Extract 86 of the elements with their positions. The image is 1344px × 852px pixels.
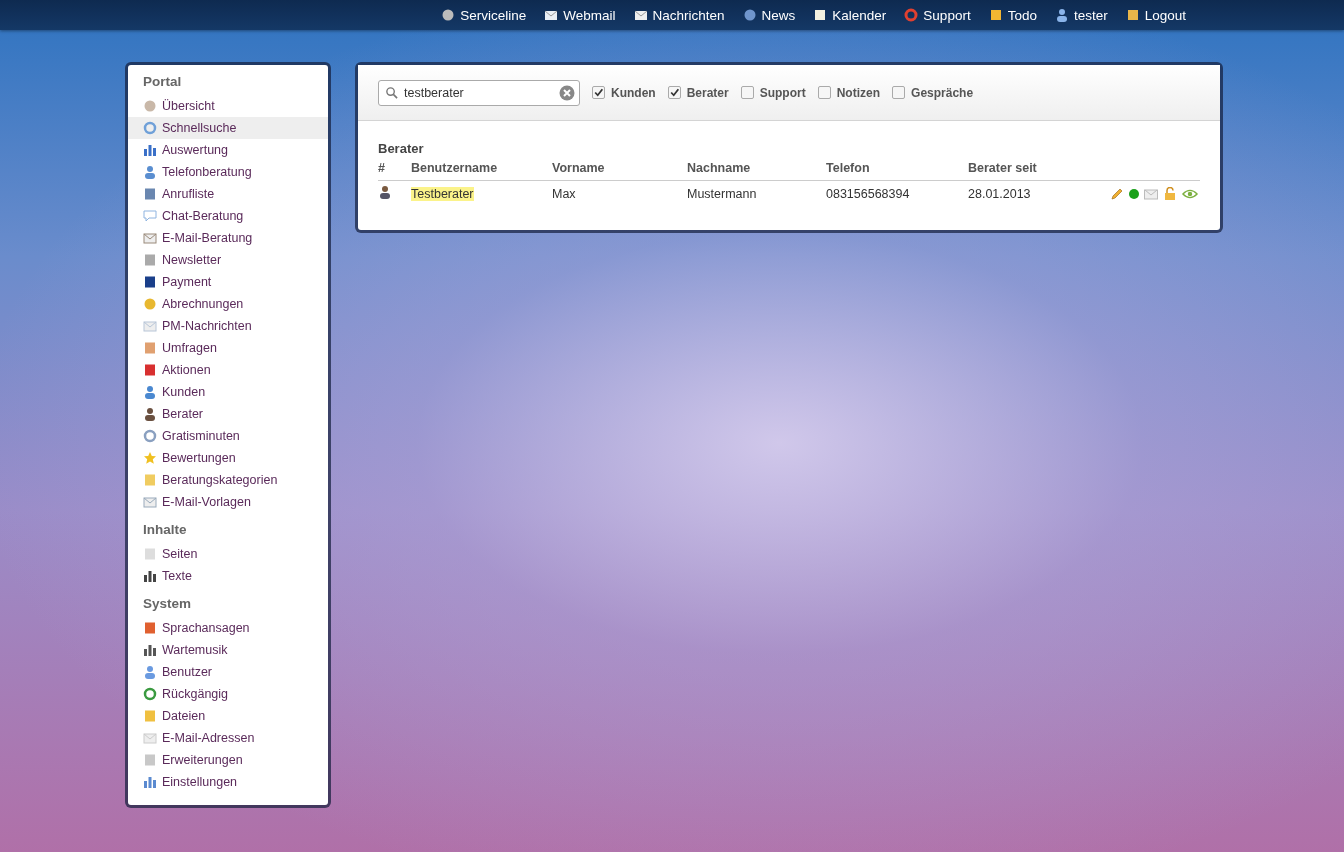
table-cell: 083156568394	[826, 180, 968, 205]
table-cell: 28.01.2013	[968, 180, 1069, 205]
sidebar-item[interactable]: Chat-Beratung	[128, 205, 328, 227]
checkbox[interactable]	[740, 86, 754, 99]
sidebar-item[interactable]: Wartemusik	[128, 639, 328, 661]
sidebar-item[interactable]: Einstellungen	[128, 771, 328, 793]
nav-link[interactable]: tester	[1054, 7, 1108, 23]
star-icon	[143, 451, 157, 465]
sidebar-item[interactable]: E-Mail-Adressen	[128, 727, 328, 749]
checkbox[interactable]	[592, 86, 605, 99]
search-field[interactable]: testberater	[378, 79, 580, 106]
username-link[interactable]: Testberater	[411, 186, 474, 201]
sidebar-item[interactable]: Erweiterungen	[128, 749, 328, 771]
results-title: Berater	[378, 141, 425, 156]
sidebar-item[interactable]: Newsletter	[128, 249, 328, 271]
person-icon	[1054, 8, 1069, 22]
bar-chart-icon	[143, 143, 157, 157]
column-header: Benutzername	[411, 161, 552, 181]
clear-icon[interactable]	[559, 84, 575, 101]
checkbox[interactable]	[667, 86, 681, 99]
envelope-icon	[633, 8, 648, 22]
filter-label: Kunden	[611, 85, 656, 100]
table-cell: Max	[552, 180, 687, 205]
sidebar-item[interactable]: Beratungskategorien	[128, 469, 328, 491]
person-icon	[143, 165, 157, 179]
search-icon	[385, 85, 398, 99]
section-title: Portal	[142, 73, 183, 91]
nav-link[interactable]: Logout	[1125, 7, 1186, 23]
eye-icon[interactable]	[1182, 187, 1198, 200]
envelope-icon	[143, 319, 157, 333]
sidebar-item[interactable]: Berater	[128, 403, 328, 425]
sidebar-item[interactable]: Texte	[128, 565, 328, 587]
sidebar-item[interactable]: Schnellsuche	[128, 117, 328, 139]
checkbox[interactable]	[892, 86, 906, 99]
person-icon	[143, 385, 157, 399]
checkbox[interactable]	[817, 86, 831, 99]
lifebuoy-icon	[904, 8, 919, 22]
column-header: Vorname	[552, 161, 687, 181]
sidebar-item[interactable]: Seiten	[128, 543, 328, 565]
sidebar-item[interactable]: Auswertung	[128, 139, 328, 161]
nav-link[interactable]: Serviceline	[441, 7, 527, 23]
column-header: Telefon	[826, 161, 968, 181]
filter-label: Berater	[686, 85, 729, 100]
sidebar-item[interactable]: Telefonberatung	[128, 161, 328, 183]
speech-bubble-icon	[143, 209, 157, 223]
envelope-icon	[143, 231, 157, 245]
sidebar-item[interactable]: Rückgängig	[128, 683, 328, 705]
filter-label: Gespräche	[911, 85, 974, 100]
column-header: Berater seit	[968, 161, 1069, 181]
section-title: System	[142, 595, 193, 613]
person-icon	[143, 665, 157, 679]
envelope-icon	[143, 495, 157, 509]
pencil-icon[interactable]	[1110, 186, 1124, 201]
sidebar-item[interactable]: Aktionen	[128, 359, 328, 381]
sidebar-item[interactable]: Sprachansagen	[128, 617, 328, 639]
sidebar-item[interactable]: E-Mail-Beratung	[128, 227, 328, 249]
column-header: #	[378, 161, 411, 181]
nav-link[interactable]: Support	[904, 7, 971, 23]
sidebar-item[interactable]: PM-Nachrichten	[128, 315, 328, 337]
sidebar-item[interactable]: Benutzer	[128, 661, 328, 683]
nav-link[interactable]: News	[742, 7, 796, 23]
nav-link[interactable]: Kalender	[813, 7, 887, 23]
nav-link[interactable]: Webmail	[544, 7, 616, 23]
dot-icon	[441, 8, 456, 22]
sidebar-item[interactable]: Gratisminuten	[128, 425, 328, 447]
sidebar-item[interactable]: Übersicht	[128, 95, 328, 117]
envelope-icon	[143, 731, 157, 745]
sidebar-item[interactable]: Bewertungen	[128, 447, 328, 469]
sidebar-item[interactable]: Anrufliste	[128, 183, 328, 205]
sidebar-item[interactable]: Abrechnungen	[128, 293, 328, 315]
section-title: Inhalte	[142, 521, 188, 539]
sidebar-item[interactable]: E-Mail-Vorlagen	[128, 491, 328, 513]
sidebar-item[interactable]: Kunden	[128, 381, 328, 403]
table-cell: Mustermann	[687, 180, 826, 205]
envelope-icon[interactable]	[1144, 186, 1158, 201]
nav-link[interactable]: Nachrichten	[633, 7, 725, 23]
sidebar-item[interactable]: Dateien	[128, 705, 328, 727]
person-icon	[143, 407, 157, 421]
column-header: Nachname	[687, 161, 826, 181]
sidebar-item[interactable]: Payment	[128, 271, 328, 293]
filter-label: Support	[759, 85, 806, 100]
filter-label: Notizen	[836, 85, 881, 100]
person-icon	[378, 185, 392, 199]
sidebar-item[interactable]: Umfragen	[128, 337, 328, 359]
nav-link[interactable]: Todo	[988, 7, 1037, 23]
envelope-icon	[544, 8, 559, 22]
